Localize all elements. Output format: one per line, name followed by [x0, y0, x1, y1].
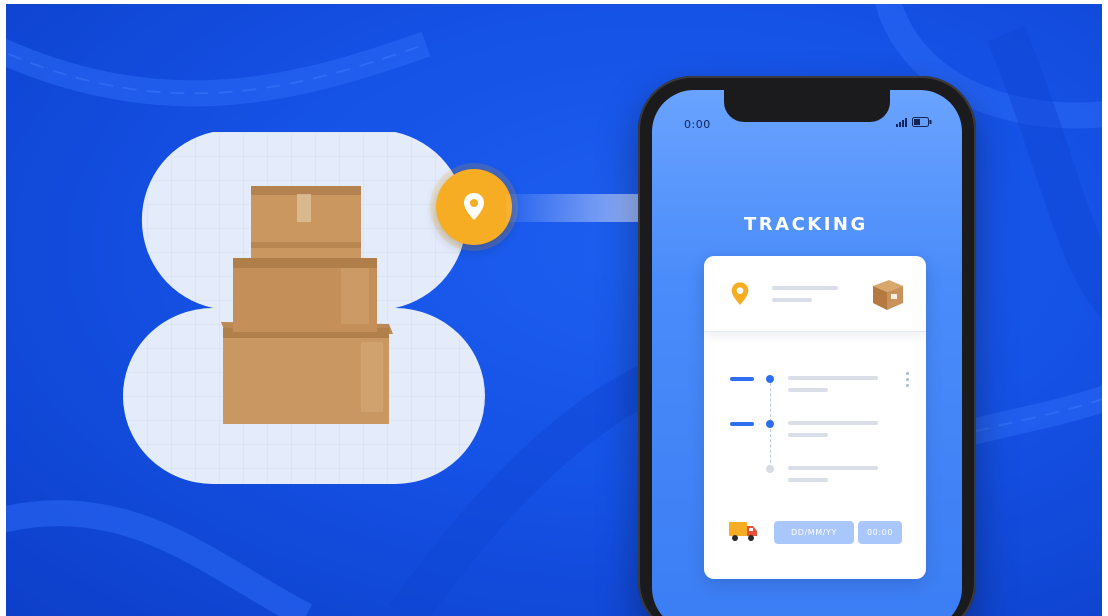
stacked-boxes-image	[221, 186, 393, 424]
timeline-step-marker	[730, 377, 754, 381]
location-pin-icon	[731, 282, 749, 305]
timeline-dot	[766, 465, 774, 473]
phone-screen: 0:00 TRACKING DD/MM/YY 00:00	[652, 90, 962, 616]
page-title: TRACKING	[744, 214, 868, 235]
text-placeholder	[788, 421, 878, 425]
text-placeholder	[772, 286, 838, 290]
package-icon	[873, 280, 903, 310]
more-vertical-icon[interactable]	[906, 372, 909, 387]
text-placeholder	[772, 298, 812, 302]
smartphone: 0:00 TRACKING DD/MM/YY 00:00	[638, 76, 976, 616]
timeline-dot	[766, 420, 774, 428]
date-field[interactable]: DD/MM/YY	[774, 521, 854, 544]
status-icons	[896, 117, 932, 127]
signal-icon	[896, 118, 907, 127]
battery-icon	[912, 117, 932, 127]
location-pin-badge	[436, 169, 512, 245]
text-placeholder	[788, 376, 878, 380]
timeline-dot	[766, 375, 774, 383]
timeline-step-marker	[730, 422, 754, 426]
location-pin-icon	[464, 193, 484, 220]
text-placeholder	[788, 478, 828, 482]
time-field[interactable]: 00:00	[858, 521, 902, 544]
text-placeholder	[788, 388, 828, 392]
delivery-truck-icon	[729, 522, 757, 541]
text-placeholder	[788, 466, 878, 470]
status-time: 0:00	[684, 118, 711, 131]
text-placeholder	[788, 433, 828, 437]
tracking-card: DD/MM/YY 00:00	[704, 256, 926, 579]
hero-illustration: 0:00 TRACKING DD/MM/YY 00:00	[6, 4, 1102, 616]
shipment-summary[interactable]	[704, 256, 926, 332]
phone-notch	[724, 90, 890, 122]
